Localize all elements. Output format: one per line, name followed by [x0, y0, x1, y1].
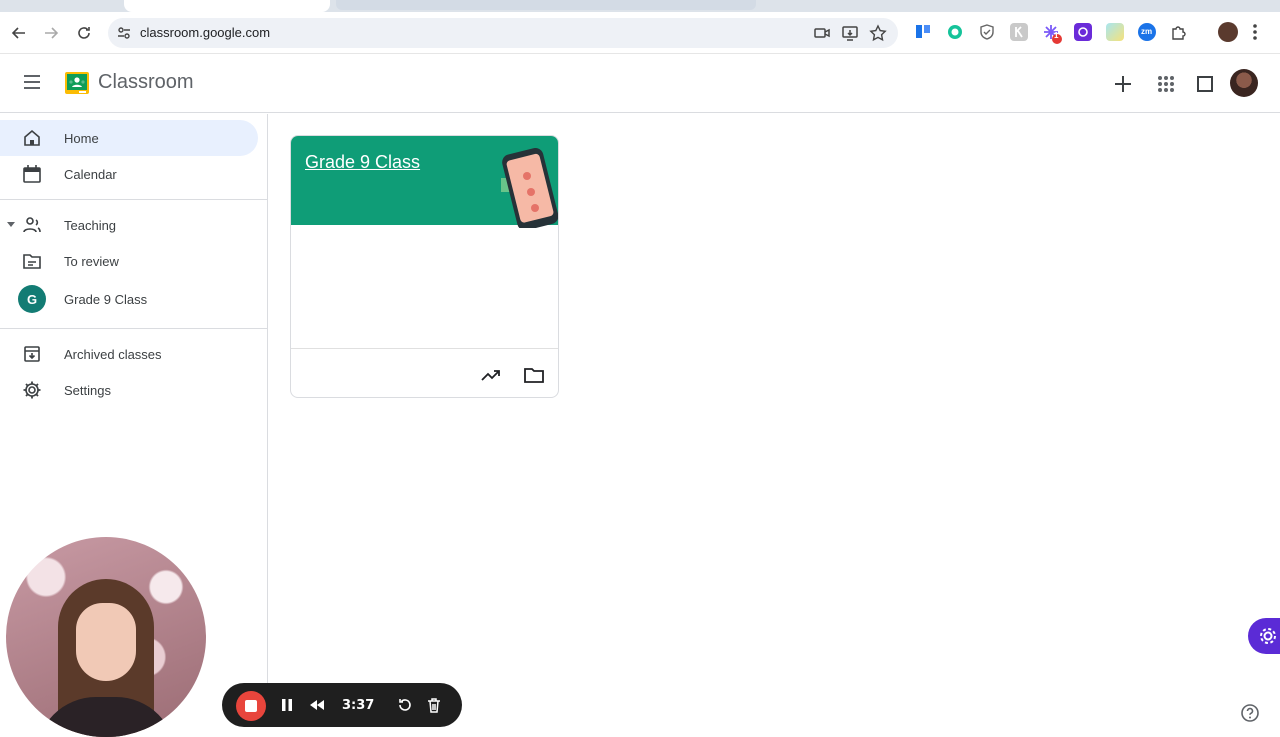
- review-folder-icon: [23, 254, 41, 269]
- image-extension-icon[interactable]: [1106, 23, 1124, 41]
- sidebar-item-label: Teaching: [64, 217, 117, 233]
- class-card-divider: [291, 348, 558, 349]
- browser-menu-icon[interactable]: [1252, 23, 1258, 41]
- sidebar-item-settings[interactable]: Settings: [0, 372, 258, 408]
- site-settings-icon[interactable]: [116, 25, 132, 41]
- sidebar-item-calendar[interactable]: Calendar: [0, 156, 258, 192]
- zoom-extension-icon[interactable]: zm: [1138, 23, 1156, 41]
- shield-extension-icon[interactable]: [978, 23, 996, 41]
- archive-icon: [24, 346, 40, 362]
- browser-profile-avatar[interactable]: [1218, 22, 1238, 42]
- webcam-face: [76, 603, 136, 681]
- app-header: Classroom: [0, 55, 1280, 113]
- people-icon: [23, 217, 41, 233]
- recording-controls: 3:37: [222, 683, 462, 727]
- add-icon[interactable]: [1112, 73, 1134, 95]
- class-avatar: G: [18, 285, 46, 313]
- sidebar-item-teaching[interactable]: Teaching: [0, 207, 258, 243]
- extension-badge-count: 1: [1054, 31, 1059, 40]
- sidebar-divider: [0, 328, 268, 329]
- restart-icon[interactable]: [396, 696, 414, 714]
- gear-icon: [23, 381, 41, 399]
- sidebar-item-label: Settings: [64, 382, 111, 398]
- browser-tab-inactive[interactable]: [336, 0, 756, 10]
- classroom-logo-icon[interactable]: [65, 72, 89, 94]
- caret-down-icon[interactable]: [6, 221, 16, 229]
- trash-icon[interactable]: [425, 696, 443, 714]
- sidebar-item-label: Calendar: [64, 166, 117, 182]
- floating-settings-button[interactable]: [1248, 618, 1280, 654]
- phone-illustration-icon: [501, 148, 558, 228]
- sidebar-item-home[interactable]: Home: [0, 120, 258, 156]
- reload-button[interactable]: [73, 22, 95, 44]
- apps-grid-icon[interactable]: [1155, 73, 1177, 95]
- trello-extension-icon[interactable]: [914, 23, 932, 41]
- arrow-back-icon: [11, 27, 25, 39]
- sidebar-item-label: Home: [64, 130, 99, 146]
- forward-button[interactable]: [40, 22, 62, 44]
- home-icon: [24, 129, 40, 146]
- square-window-icon[interactable]: [1194, 73, 1216, 95]
- class-card-title[interactable]: Grade 9 Class: [305, 152, 420, 173]
- arrow-forward-icon: [45, 27, 59, 39]
- main-menu-icon[interactable]: [22, 74, 42, 90]
- account-avatar[interactable]: [1230, 69, 1258, 97]
- sidebar-item-label: Archived classes: [64, 346, 162, 362]
- k-extension-icon[interactable]: [1010, 23, 1028, 41]
- help-icon[interactable]: [1240, 703, 1260, 723]
- browser-toolbar: classroom.google.com 1 zm: [0, 12, 1280, 54]
- back-button[interactable]: [8, 22, 30, 44]
- sidebar-item-label: To review: [64, 253, 119, 269]
- folder-icon[interactable]: [523, 364, 545, 386]
- webcam-bubble[interactable]: [6, 537, 206, 737]
- browser-tab-active[interactable]: [124, 0, 330, 12]
- puzzle-extensions-icon[interactable]: [1170, 23, 1188, 41]
- bookmark-star-icon[interactable]: [869, 24, 887, 42]
- purple-extension-icon[interactable]: [1074, 23, 1092, 41]
- class-card[interactable]: Grade 9 Class: [290, 135, 559, 398]
- gear-icon: [1260, 628, 1276, 644]
- sidebar-item-archived-classes[interactable]: Archived classes: [0, 336, 258, 372]
- reload-icon: [78, 27, 90, 39]
- sidebar-item-grade-9-class[interactable]: G Grade 9 Class: [0, 281, 258, 317]
- app-title[interactable]: Classroom: [98, 71, 194, 94]
- stop-recording-button[interactable]: [236, 691, 266, 721]
- webcam-body: [36, 697, 176, 737]
- install-app-icon[interactable]: [841, 24, 859, 42]
- grammar-extension-icon[interactable]: [946, 23, 964, 41]
- recording-timer: 3:37: [342, 698, 375, 713]
- address-bar[interactable]: classroom.google.com: [108, 18, 898, 48]
- sidebar-divider: [0, 199, 268, 200]
- zoom-extension-label: zm: [1141, 27, 1153, 36]
- rewind-icon[interactable]: [308, 696, 326, 714]
- url-text: classroom.google.com: [140, 25, 271, 40]
- sidebar-item-to-review[interactable]: To review: [0, 243, 258, 279]
- pause-icon[interactable]: [278, 696, 296, 714]
- camera-icon[interactable]: [813, 24, 831, 42]
- trending-up-icon[interactable]: [480, 364, 502, 386]
- sidebar-item-label: Grade 9 Class: [64, 291, 148, 307]
- spark-extension-icon[interactable]: 1: [1042, 23, 1062, 44]
- browser-tab-strip: [0, 0, 1280, 12]
- class-card-banner[interactable]: Grade 9 Class: [291, 136, 558, 228]
- calendar-icon: [23, 165, 41, 183]
